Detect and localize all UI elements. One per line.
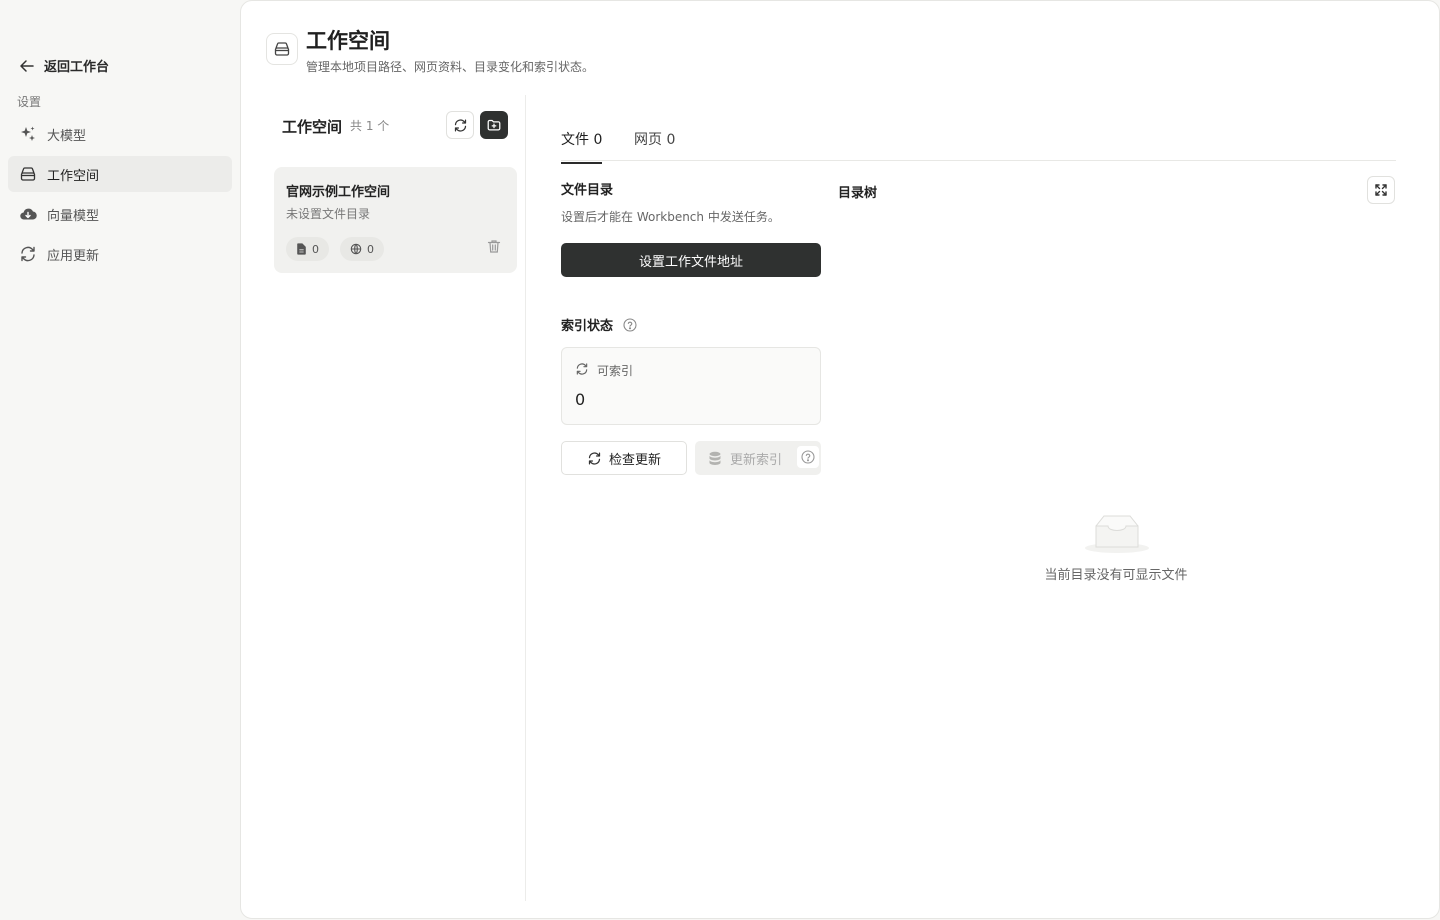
add-workspace-button[interactable] <box>480 111 508 139</box>
file-dir-description: 设置后才能在 Workbench 中发送任务。 <box>561 210 780 224</box>
workspace-card-name: 官网示例工作空间 <box>286 185 391 200</box>
workspace-list-column: 工作空间 共 1 个 官网示例工作空间 未设置文件目录 0 0 <box>241 95 526 901</box>
file-dir-title: 文件目录 <box>561 183 614 198</box>
detail-tabs: 文件 0 网页 0 <box>561 95 1396 164</box>
check-update-label: 检查更新 <box>608 452 661 468</box>
back-label: 返回工作台 <box>44 60 110 75</box>
sparkles-icon <box>21 126 35 141</box>
directory-tree-title: 目录树 <box>838 186 878 201</box>
workspace-card-subtitle: 未设置文件目录 <box>286 207 371 221</box>
index-status-title: 索引状态 <box>561 319 614 334</box>
index-help-icon[interactable] <box>623 317 637 336</box>
indexable-stat-box: 可索引 0 <box>561 347 821 425</box>
sidebar-item-label: 工作空间 <box>47 168 100 184</box>
drawer-icon <box>274 42 290 56</box>
trash-icon <box>487 240 501 253</box>
question-circle-icon <box>801 450 815 464</box>
file-count: 0 <box>312 242 319 256</box>
page-title: 工作空间 <box>306 29 390 53</box>
refresh-icon <box>576 363 588 375</box>
workspace-count: 共 1 个 <box>350 119 390 133</box>
refresh-icon <box>588 451 601 465</box>
folder-plus-icon <box>487 119 501 131</box>
check-update-button[interactable]: 检查更新 <box>561 441 687 475</box>
settings-section-label: 设置 <box>17 95 42 109</box>
database-icon <box>709 451 721 465</box>
sidebar-item-label: 大模型 <box>47 128 87 144</box>
update-index-button[interactable]: 更新索引 <box>695 441 821 475</box>
sidebar-item-workspace[interactable]: 工作空间 <box>8 156 232 192</box>
tab-files[interactable]: 文件 0 <box>561 129 603 164</box>
globe-icon <box>350 243 362 255</box>
cloud-download-icon <box>20 208 37 220</box>
delete-workspace-button[interactable] <box>487 239 501 258</box>
settings-nav: 大模型 工作空间 向量模型 应用更新 <box>8 116 232 276</box>
empty-inbox-icon <box>1084 511 1150 559</box>
drawer-icon <box>20 167 36 181</box>
file-icon <box>297 243 306 255</box>
empty-tree-text: 当前目录没有可显示文件 <box>1044 568 1188 583</box>
refresh-icon <box>454 118 466 132</box>
refresh-icon <box>21 246 35 262</box>
question-circle-icon <box>623 318 637 332</box>
sidebar-item-llm[interactable]: 大模型 <box>8 116 232 152</box>
back-to-workbench-link[interactable]: 返回工作台 <box>18 56 109 75</box>
web-count-chip: 0 <box>340 237 384 261</box>
refresh-workspaces-button[interactable] <box>446 111 474 139</box>
workspace-list-title: 工作空间 <box>282 118 343 136</box>
update-index-label: 更新索引 <box>730 452 783 468</box>
fullscreen-icon <box>1375 184 1387 196</box>
sidebar-item-label: 向量模型 <box>47 208 100 224</box>
indexable-value: 0 <box>575 390 586 409</box>
indexable-label: 可索引 <box>597 364 634 378</box>
workspace-card[interactable]: 官网示例工作空间 未设置文件目录 0 0 <box>274 167 517 273</box>
file-count-chip: 0 <box>286 237 329 261</box>
sidebar-item-label: 应用更新 <box>47 248 100 264</box>
sidebar-item-app-update[interactable]: 应用更新 <box>8 236 232 272</box>
expand-tree-button[interactable] <box>1367 176 1395 204</box>
update-index-help[interactable] <box>797 446 819 468</box>
set-work-dir-button[interactable]: 设置工作文件地址 <box>561 243 821 277</box>
page-subtitle: 管理本地项目路径、网页资料、目录变化和索引状态。 <box>306 60 595 74</box>
web-count: 0 <box>367 242 374 256</box>
sidebar-item-embedding[interactable]: 向量模型 <box>8 196 232 232</box>
sidebar: 返回工作台 设置 大模型 工作空间 向量模型 应用更新 <box>0 0 240 920</box>
tab-webpages[interactable]: 网页 0 <box>634 129 675 162</box>
main-panel: 工作空间 管理本地项目路径、网页资料、目录变化和索引状态。 工作空间 共 1 个… <box>240 0 1440 919</box>
header-icon-box <box>266 33 298 65</box>
arrow-left-icon <box>20 59 34 72</box>
